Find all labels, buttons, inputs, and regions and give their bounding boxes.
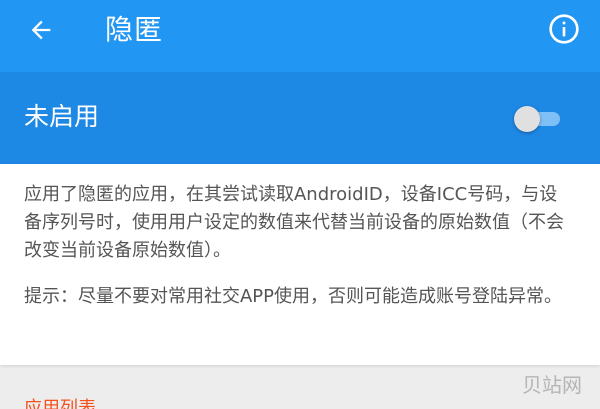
- page-title: 隐匿: [105, 13, 164, 46]
- info-button[interactable]: [542, 7, 586, 51]
- description-text: 应用了隐匿的应用，在其尝试读取AndroidID，设备ICC号码，与设备序列号时…: [24, 184, 564, 261]
- app-bar: 隐匿: [0, 0, 600, 72]
- toggle-thumb: [514, 106, 540, 132]
- description-card: 应用了隐匿的应用，在其尝试读取AndroidID，设备ICC号码，与设备序列号时…: [0, 164, 600, 365]
- master-switch-bar[interactable]: 未启用: [0, 72, 600, 164]
- watermark: 贝站网: [522, 373, 582, 397]
- hint-text: 提示：尽量不要对常用社交APP使用，否则可能造成账号登陆异常。: [24, 286, 563, 307]
- master-toggle-switch[interactable]: [514, 104, 560, 134]
- info-circle-icon: [549, 14, 579, 44]
- arrow-left-icon: [31, 20, 51, 40]
- app-list-header: 应用列表: [24, 398, 96, 409]
- screen: 隐匿 未启用 应用了隐匿的应用，在其尝试读取AndroidID，设备ICC号码，…: [0, 0, 600, 409]
- back-button[interactable]: [16, 8, 66, 52]
- master-switch-label: 未启用: [24, 102, 100, 131]
